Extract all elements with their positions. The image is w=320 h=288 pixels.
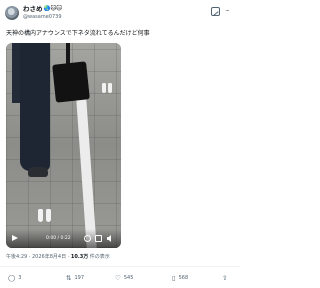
- footprint-marker: [46, 209, 51, 222]
- divider: [0, 266, 240, 267]
- author-emoji-badges: 🌏🐱🐱: [43, 6, 62, 12]
- settings-icon[interactable]: [84, 235, 91, 242]
- tweet-timestamp[interactable]: 午後4:29 · 2026年8月4日 ·: [6, 254, 71, 260]
- author-name-row: わさめ 🌏🐱🐱: [23, 5, 62, 14]
- black-bag: [52, 61, 90, 103]
- author-handle[interactable]: @wasame0739: [23, 14, 62, 21]
- reply-icon: ◯: [8, 274, 16, 282]
- footprint-marker: [108, 83, 112, 93]
- bookmark-icon: ▯: [172, 274, 176, 282]
- tweet-meta: 午後4:29 · 2026年8月4日 · 10.3万 件の表示: [6, 253, 110, 261]
- repost-button[interactable]: ⇅ 197: [66, 274, 84, 283]
- more-options-icon[interactable]: ···: [225, 8, 230, 15]
- grok-icon[interactable]: [211, 7, 220, 16]
- tweet-text: 天神の構内アナウンスで下ネタ流れてるんだけど何事: [6, 30, 150, 37]
- tweet-card: わさめ 🌏🐱🐱 @wasame0739 ··· 天神の構内アナウンスで下ネタ流れ…: [0, 0, 240, 288]
- bookmark-button[interactable]: ▯ 568: [172, 274, 188, 283]
- heart-icon: ♡: [115, 274, 121, 282]
- like-count: 545: [123, 275, 134, 281]
- avatar[interactable]: [5, 6, 19, 20]
- repost-icon: ⇅: [66, 274, 72, 282]
- play-icon[interactable]: [12, 235, 18, 241]
- repost-count: 197: [74, 275, 84, 281]
- fullscreen-icon[interactable]: [95, 235, 102, 242]
- views-count: 10.3万: [70, 254, 89, 260]
- video-player[interactable]: 0:00 / 0:22: [6, 43, 121, 248]
- share-button[interactable]: ⇧: [222, 274, 227, 283]
- video-time: 0:00 / 0:22: [46, 236, 71, 241]
- person-shoe: [28, 167, 48, 177]
- views-label: 件の表示: [88, 254, 110, 260]
- footprint-marker: [102, 83, 106, 93]
- bookmark-count: 568: [178, 275, 189, 281]
- reply-button[interactable]: ◯ 3: [8, 274, 21, 283]
- like-button[interactable]: ♡ 545: [115, 274, 133, 283]
- share-icon: ⇧: [222, 274, 228, 282]
- author-display-name[interactable]: わさめ: [23, 5, 43, 14]
- reply-count: 3: [18, 275, 22, 281]
- footprint-marker: [38, 209, 43, 222]
- person-leg: [20, 43, 50, 171]
